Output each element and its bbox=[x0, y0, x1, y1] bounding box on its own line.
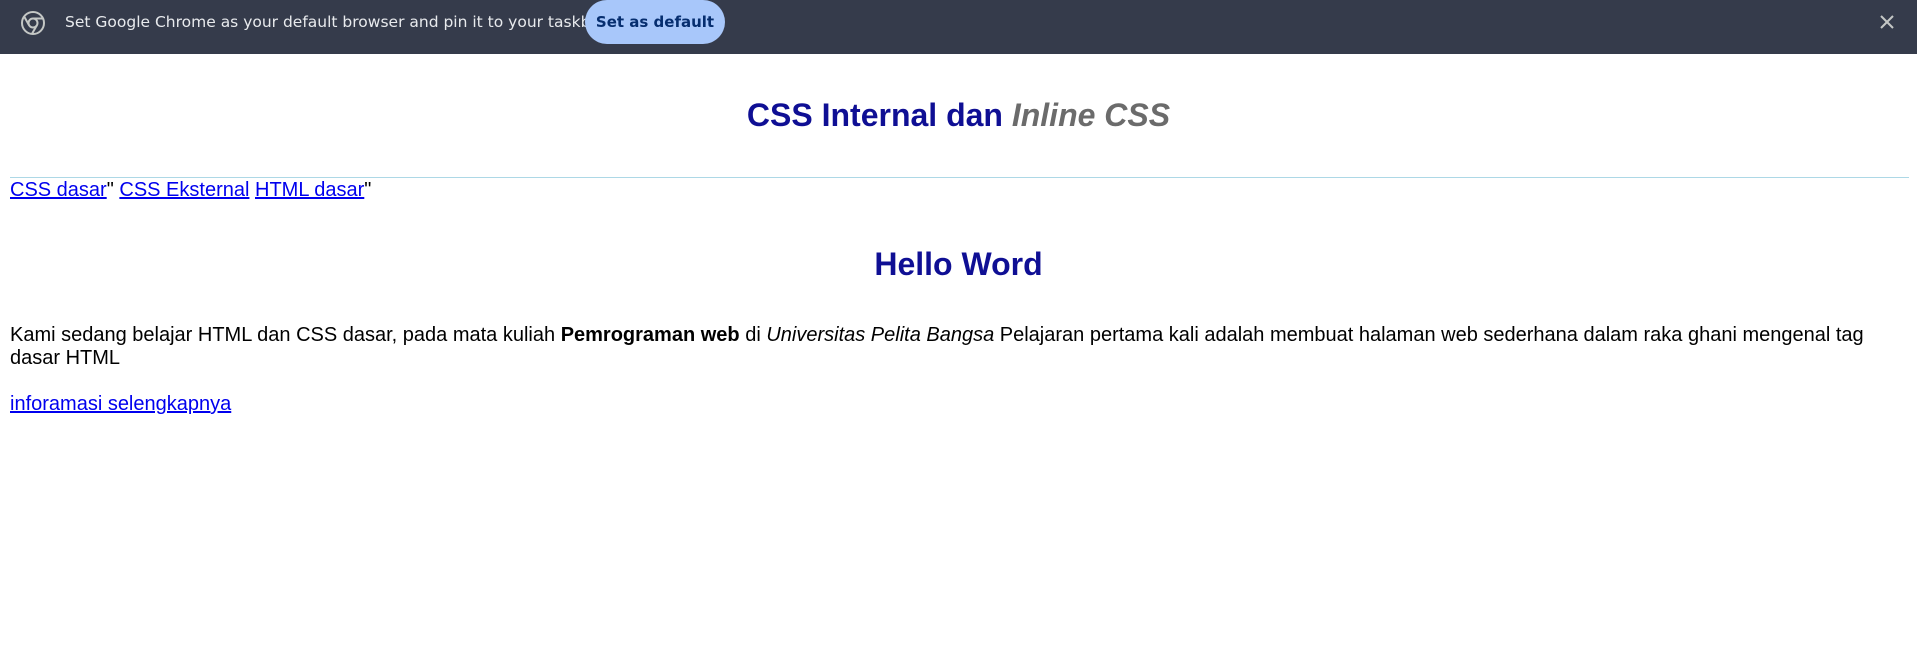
page-title-accent: Inline CSS bbox=[1011, 97, 1171, 133]
paragraph-bold: Pemrograman web bbox=[560, 324, 740, 346]
hello-heading: Hello Word bbox=[874, 246, 1043, 282]
paragraph-text: di bbox=[739, 324, 767, 346]
page-content: CSS Internal dan Inline CSS CSS dasar" C… bbox=[0, 54, 1917, 652]
page-title-main: CSS Internal dan bbox=[746, 97, 1012, 133]
paragraph-italic: Universitas Pelita Bangsa bbox=[766, 324, 995, 346]
paragraph-text: Kami sedang belajar HTML dan CSS dasar, … bbox=[10, 324, 561, 346]
set-as-default-button[interactable]: Set as default bbox=[585, 0, 725, 44]
page-title: CSS Internal dan Inline CSS bbox=[0, 96, 1917, 134]
intro-paragraph: Kami sedang belajar HTML dan CSS dasar, … bbox=[10, 324, 1905, 370]
nav-separator: " bbox=[364, 179, 372, 201]
nav-links: CSS dasar" CSS Eksternal HTML dasar" bbox=[10, 178, 371, 202]
close-icon[interactable] bbox=[1876, 11, 1898, 33]
nav-link-css-dasar[interactable]: CSS dasar bbox=[10, 179, 107, 201]
infobar-message: Set Google Chrome as your default browse… bbox=[65, 13, 607, 31]
default-browser-infobar: Set Google Chrome as your default browse… bbox=[0, 0, 1917, 54]
nav-link-html-dasar[interactable]: HTML dasar bbox=[255, 179, 364, 201]
nav-link-css-eksternal[interactable]: CSS Eksternal bbox=[119, 179, 249, 201]
chrome-icon bbox=[20, 10, 46, 36]
nav-separator: " bbox=[106, 179, 120, 201]
more-info-link[interactable]: inforamasi selengkapnya bbox=[10, 392, 231, 416]
